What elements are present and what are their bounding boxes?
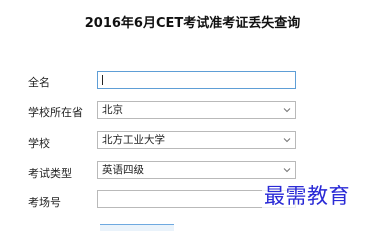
chevron-down-icon bbox=[283, 108, 291, 113]
name-input[interactable] bbox=[97, 71, 296, 89]
page-title: 2016年6月CET考试准考证丢失查询 bbox=[84, 16, 301, 31]
school-select[interactable]: 北方工业大学 bbox=[97, 131, 296, 149]
province-select-value: 北京 bbox=[102, 104, 123, 116]
school-label: 学校 bbox=[28, 137, 50, 150]
chevron-down-icon bbox=[283, 138, 291, 143]
submit-button[interactable] bbox=[100, 224, 174, 231]
province-select[interactable]: 北京 bbox=[97, 101, 296, 119]
text-caret bbox=[102, 75, 103, 85]
chevron-down-icon bbox=[283, 168, 291, 173]
watermark-text: 最需教育 bbox=[262, 180, 352, 210]
province-label: 学校所在省 bbox=[28, 106, 83, 119]
school-select-value: 北方工业大学 bbox=[102, 134, 165, 146]
exam-type-select[interactable]: 英语四级 bbox=[97, 161, 296, 179]
exam-room-label: 考场号 bbox=[28, 196, 61, 209]
name-label: 全名 bbox=[28, 76, 50, 89]
exam-type-label: 考试类型 bbox=[28, 167, 72, 180]
exam-type-select-value: 英语四级 bbox=[102, 164, 144, 176]
